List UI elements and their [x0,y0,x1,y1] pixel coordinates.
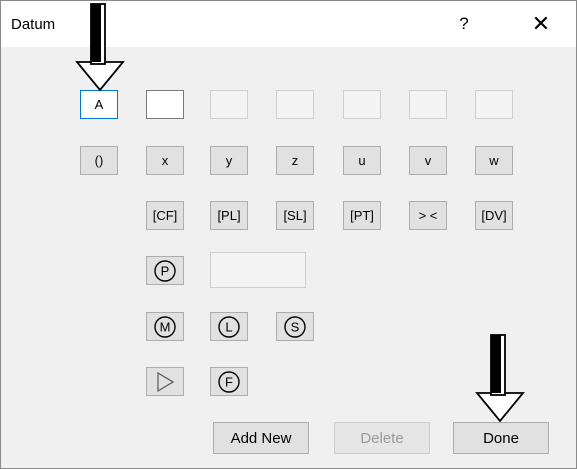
translation-button[interactable] [146,367,184,396]
projected-tolerance-button[interactable]: P [146,256,184,285]
circled-l-icon: L [218,315,240,338]
datum-field-7 [475,90,513,119]
datum-field-5 [343,90,381,119]
circled-p-icon: P [154,259,176,282]
circled-s-icon: S [284,315,306,338]
svg-text:S: S [291,319,300,334]
circled-m-icon: M [154,315,176,338]
u-button[interactable]: u [343,146,381,175]
annotation-arrow-icon [75,3,125,92]
y-button[interactable]: y [210,146,248,175]
pl-button[interactable]: [PL] [210,201,248,230]
w-button[interactable]: w [475,146,513,175]
svg-text:P: P [161,263,170,278]
datum-field-a[interactable]: A [80,90,118,119]
svg-text:M: M [160,319,171,334]
dv-button[interactable]: [DV] [475,201,513,230]
parentheses-button[interactable]: () [80,146,118,175]
pt-button[interactable]: [PT] [343,201,381,230]
add-new-button[interactable]: Add New [213,422,309,454]
delete-button: Delete [334,422,430,454]
triangle-right-icon [157,371,175,392]
v-button[interactable]: v [409,146,447,175]
least-material-button[interactable]: L [210,312,248,341]
cf-button[interactable]: [CF] [146,201,184,230]
free-state-button[interactable]: F [210,367,248,396]
svg-text:F: F [225,374,233,389]
annotation-arrow-icon [475,334,525,423]
datum-field-6 [409,90,447,119]
done-button[interactable]: Done [453,422,549,454]
between-button[interactable]: > < [409,201,447,230]
datum-field-3 [210,90,248,119]
close-button[interactable]: ✕ [524,9,558,39]
svg-text:L: L [225,319,232,334]
max-material-button[interactable]: M [146,312,184,341]
x-button[interactable]: x [146,146,184,175]
help-button[interactable]: ? [449,9,479,39]
regardless-feature-size-button[interactable]: S [276,312,314,341]
circled-f-icon: F [218,370,240,393]
datum-field-2[interactable] [146,90,184,119]
z-button[interactable]: z [276,146,314,175]
modifier-value-field [210,252,306,288]
sl-button[interactable]: [SL] [276,201,314,230]
dialog-title: Datum [11,16,56,33]
datum-field-4 [276,90,314,119]
